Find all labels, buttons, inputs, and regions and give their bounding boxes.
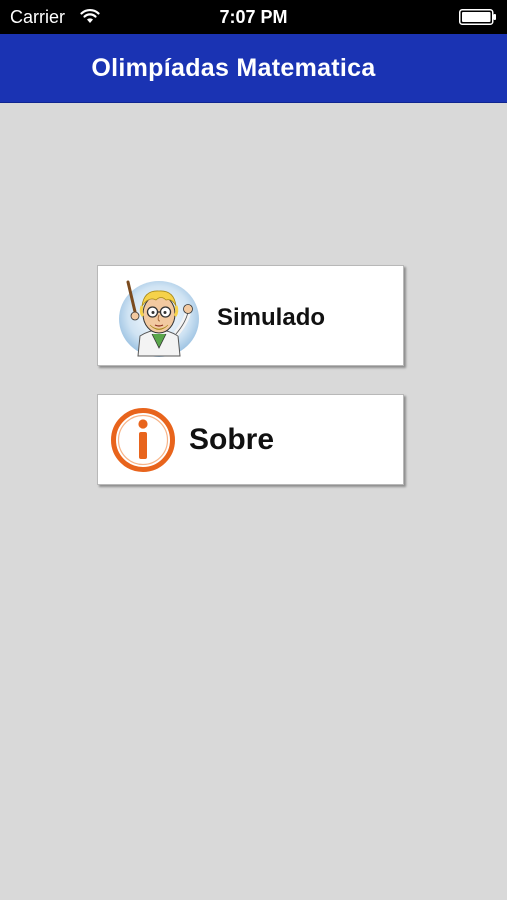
simulado-label: Simulado <box>217 304 326 331</box>
status-bar: Carrier 7:07 PM <box>0 0 507 34</box>
battery-full-icon <box>459 9 496 25</box>
professor-icon <box>119 280 199 357</box>
simulado-button[interactable]: Simulado <box>97 265 404 366</box>
navigation-bar: Olimpíadas Matematica <box>0 34 507 103</box>
info-icon <box>111 408 175 472</box>
app-screen: Carrier 7:07 PM Olimpíadas Matematica Si… <box>0 0 507 900</box>
status-time: 7:07 PM <box>219 7 288 27</box>
page-title: Olimpíadas Matematica <box>91 54 376 82</box>
sobre-button[interactable]: Sobre <box>97 394 404 485</box>
sobre-label: Sobre <box>189 423 275 456</box>
